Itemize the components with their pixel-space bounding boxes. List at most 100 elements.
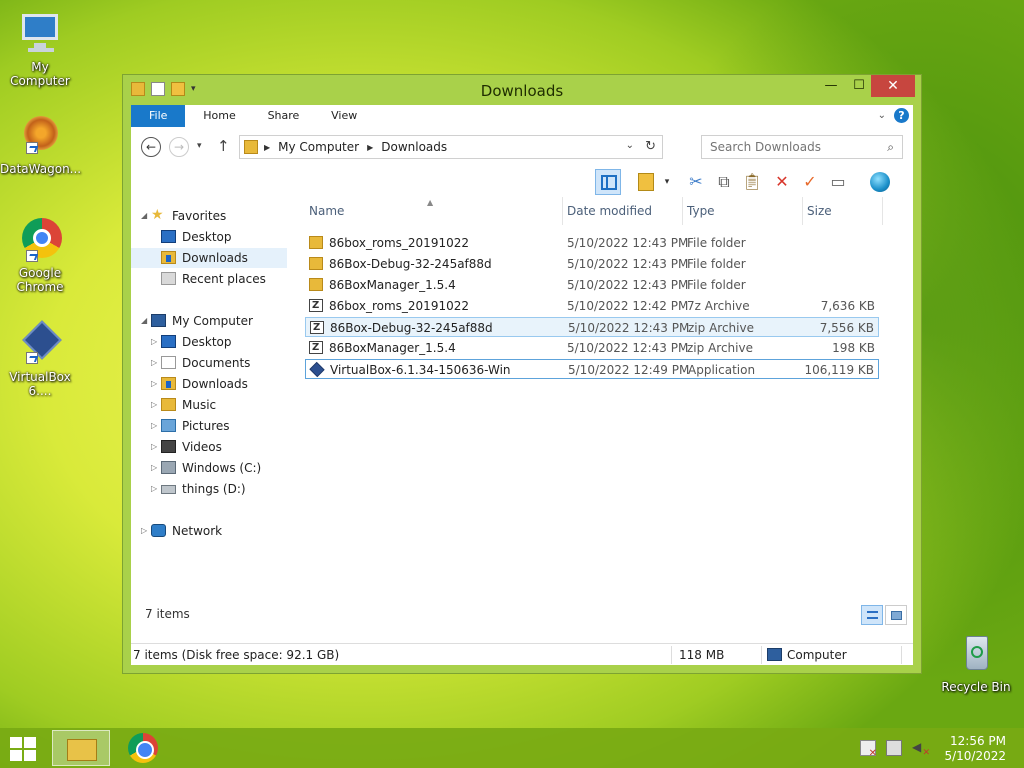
tab-view[interactable]: View — [317, 105, 371, 127]
search-box[interactable]: ⌕ — [701, 135, 903, 159]
nav-pc-drive-d[interactable]: ▷ things (D:) — [131, 479, 287, 499]
expand-arrow-icon[interactable]: ▷ — [151, 374, 157, 394]
desktop-icon-recycle-bin[interactable]: Recycle Bin — [936, 630, 1016, 694]
help-icon[interactable]: ? — [894, 108, 909, 123]
column-header-name[interactable]: Name ▲ — [305, 197, 563, 225]
cut-icon[interactable]: ✂ — [683, 169, 709, 195]
recent-locations-button[interactable]: ▾ — [197, 141, 202, 151]
nav-fav-downloads[interactable]: Downloads — [131, 248, 287, 268]
desktop-icon-google-chrome[interactable]: Google Chrome — [0, 216, 80, 294]
column-header-type[interactable]: Type — [683, 197, 803, 225]
file-row[interactable]: 86Box-Debug-32-245af88d 5/10/2022 12:43 … — [305, 254, 879, 274]
nav-network[interactable]: ▷ Network — [131, 521, 291, 541]
computer-icon — [767, 648, 782, 661]
expand-arrow-icon[interactable]: ▷ — [151, 479, 157, 499]
address-bar[interactable]: ▶ My Computer ▶ Downloads ⌄ ↻ — [239, 135, 663, 159]
file-row[interactable]: 86box_roms_20191022 5/10/2022 12:43 PM F… — [305, 233, 879, 253]
details-view-button[interactable] — [861, 605, 883, 625]
expand-arrow-icon[interactable]: ▷ — [141, 521, 147, 541]
search-input[interactable] — [702, 136, 872, 158]
close-button[interactable]: ✕ — [871, 75, 915, 97]
chrome-icon — [16, 216, 64, 264]
large-icons-view-button[interactable] — [885, 605, 907, 625]
ribbon-expand-chevron-icon[interactable]: ⌄ — [878, 110, 886, 121]
folder-icon — [309, 257, 323, 270]
expand-arrow-icon[interactable]: ▷ — [151, 395, 157, 415]
collapse-arrow-icon[interactable]: ◢ — [141, 206, 147, 226]
nav-pc-videos[interactable]: ▷ Videos — [131, 437, 287, 457]
copy-icon[interactable]: ⧉ — [711, 169, 737, 195]
file-row-focused[interactable]: VirtualBox-6.1.34-150636-Win 5/10/2022 1… — [305, 359, 879, 379]
status-location: Computer — [787, 648, 847, 662]
expand-arrow-icon[interactable]: ▷ — [151, 332, 157, 352]
preview-pane-button[interactable] — [595, 169, 621, 195]
taskbar-chrome-icon[interactable] — [128, 733, 158, 763]
nav-pc-drive-c[interactable]: ▷ Windows (C:) — [131, 458, 287, 478]
breadcrumb-my-computer[interactable]: My Computer — [278, 140, 359, 154]
up-button[interactable]: ↑ — [217, 137, 230, 155]
search-icon[interactable]: ⌕ — [887, 140, 894, 155]
start-button[interactable] — [8, 736, 38, 762]
system-tray — [860, 740, 930, 759]
tab-file[interactable]: File — [131, 105, 186, 127]
nav-label: Recent places — [182, 272, 266, 286]
nav-pc-documents[interactable]: ▷ Documents — [131, 353, 287, 373]
views-button[interactable] — [633, 169, 659, 195]
tab-share[interactable]: Share — [254, 105, 314, 127]
videos-icon — [161, 440, 176, 453]
nav-pc-pictures[interactable]: ▷ Pictures — [131, 416, 287, 436]
properties-check-icon[interactable]: ✓ — [797, 169, 823, 195]
expand-arrow-icon[interactable]: ▷ — [151, 353, 157, 373]
desktop-icon-label: Recycle Bin — [941, 680, 1011, 694]
file-row[interactable]: 86BoxManager_1.5.4 5/10/2022 12:43 PM Fi… — [305, 275, 879, 295]
file-name: 86Box-Debug-32-245af88d — [329, 257, 492, 271]
paste-icon[interactable]: 📋︎ — [739, 169, 765, 195]
title-bar[interactable]: ▾ Downloads — ☐ ✕ — [123, 75, 921, 105]
view-toggle — [861, 605, 907, 625]
rename-icon[interactable]: ▭ — [825, 169, 851, 195]
taskbar-file-explorer[interactable] — [52, 730, 110, 766]
collapse-arrow-icon[interactable]: ◢ — [141, 311, 147, 331]
column-header-date[interactable]: Date modified — [563, 197, 683, 225]
maximize-button[interactable]: ☐ — [845, 75, 873, 97]
ribbon-tabs: File Home Share View ⌄ ? — [131, 105, 913, 127]
volume-muted-icon[interactable] — [912, 740, 930, 758]
nav-my-computer[interactable]: ◢ My Computer — [131, 311, 291, 331]
archive-icon — [309, 296, 323, 316]
breadcrumb-separator-icon[interactable]: ▶ — [264, 143, 270, 152]
column-header-size[interactable]: Size — [803, 197, 883, 225]
expand-arrow-icon[interactable]: ▷ — [151, 458, 157, 478]
tab-home[interactable]: Home — [189, 105, 249, 127]
archive-icon — [310, 318, 324, 338]
clock[interactable]: 12:56 PM 5/10/2022 — [944, 734, 1006, 764]
nav-pc-desktop[interactable]: ▷ Desktop — [131, 332, 287, 352]
desktop-icon-virtualbox[interactable]: VirtualBox 6.... — [0, 320, 80, 398]
views-dropdown-icon[interactable]: ▾ — [661, 169, 673, 195]
delete-icon[interactable]: ✕ — [769, 169, 795, 195]
file-date: 5/10/2022 12:43 PM — [567, 341, 689, 355]
breadcrumb-separator-icon[interactable]: ▶ — [367, 143, 373, 152]
nav-pc-downloads[interactable]: ▷ Downloads — [131, 374, 287, 394]
action-center-flag-icon[interactable] — [860, 740, 877, 759]
refresh-icon[interactable]: ↻ — [645, 139, 656, 154]
expand-arrow-icon[interactable]: ▷ — [151, 416, 157, 436]
network-status-icon[interactable] — [886, 740, 902, 756]
nav-label: My Computer — [172, 314, 253, 328]
globe-icon[interactable] — [867, 169, 893, 195]
address-dropdown-icon[interactable]: ⌄ — [626, 140, 634, 151]
forward-button[interactable]: → — [169, 137, 189, 157]
file-row[interactable]: 86box_roms_20191022 5/10/2022 12:42 PM 7… — [305, 296, 879, 316]
breadcrumb-downloads[interactable]: Downloads — [381, 140, 447, 154]
desktop-icon-my-computer[interactable]: My Computer — [0, 10, 80, 88]
nav-fav-recent-places[interactable]: Recent places — [131, 269, 287, 289]
nav-favorites[interactable]: ◢ ★ Favorites — [131, 206, 291, 226]
expand-arrow-icon[interactable]: ▷ — [151, 437, 157, 457]
file-row[interactable]: 86BoxManager_1.5.4 5/10/2022 12:43 PM zi… — [305, 338, 879, 358]
nav-pc-music[interactable]: ▷ Music — [131, 395, 287, 415]
minimize-button[interactable]: — — [817, 75, 845, 97]
status-bar: 7 items (Disk free space: 92.1 GB) 118 M… — [131, 643, 913, 665]
back-button[interactable]: ← — [141, 137, 161, 157]
file-row-selected[interactable]: 86Box-Debug-32-245af88d 5/10/2022 12:43 … — [305, 317, 879, 338]
desktop-icon-datawagon[interactable]: DataWagon... — [0, 112, 81, 176]
nav-fav-desktop[interactable]: Desktop — [131, 227, 287, 247]
